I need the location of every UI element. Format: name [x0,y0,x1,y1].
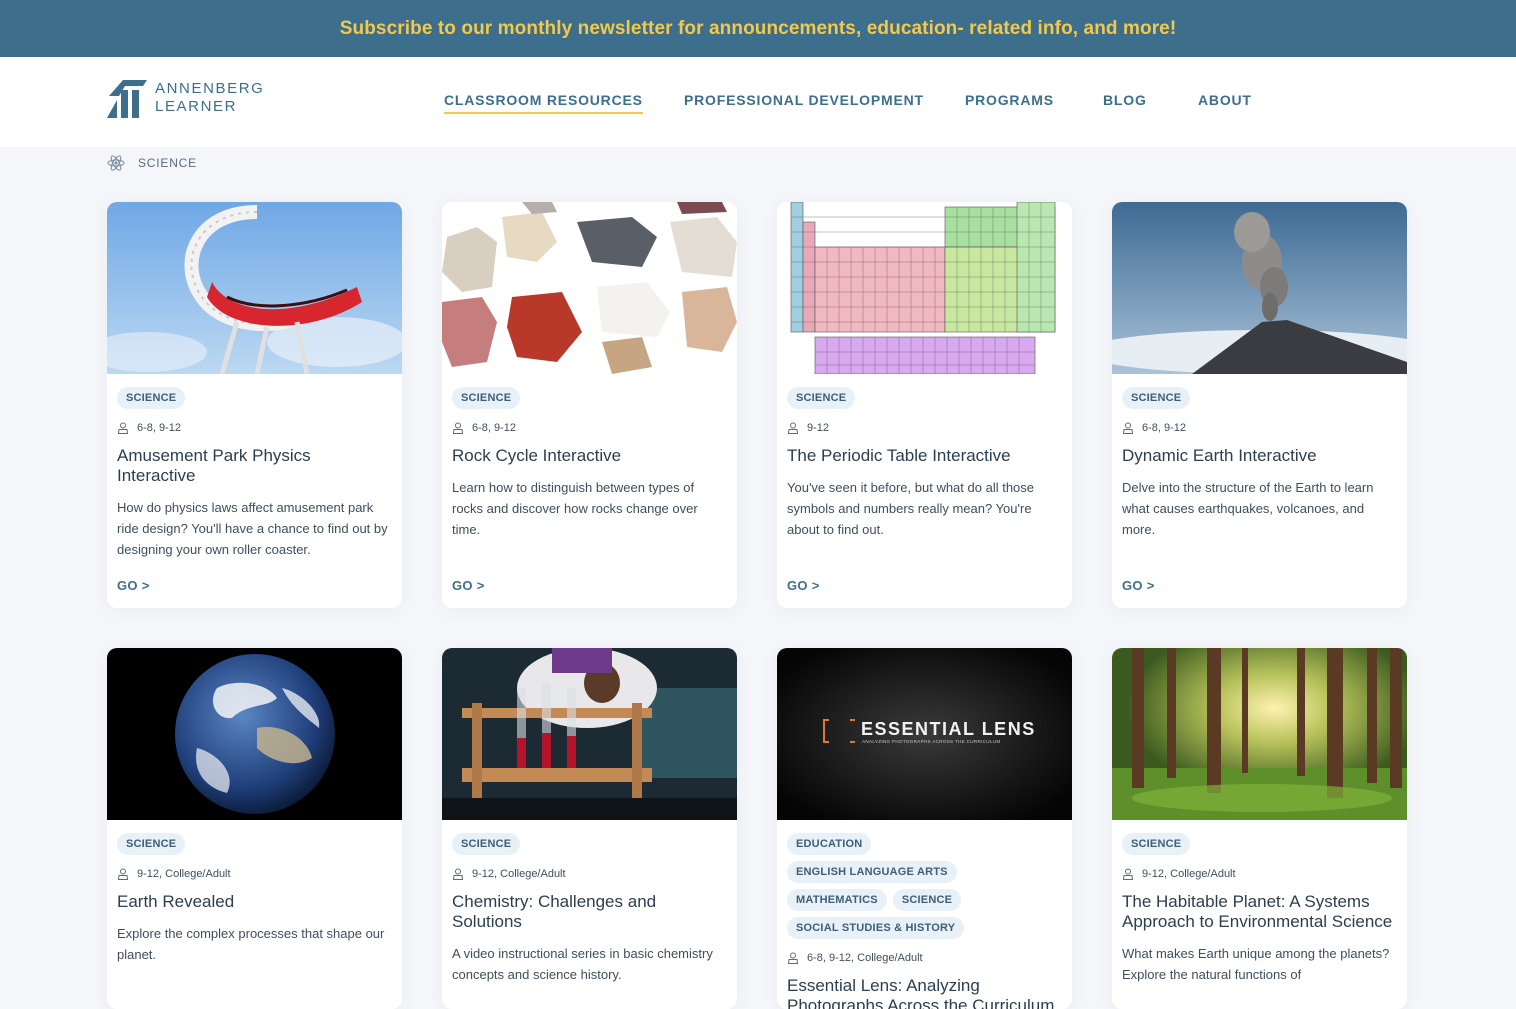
card-description: Delve into the structure of the Earth to… [1122,480,1374,537]
grade-level: 6-8, 9-12 [1122,422,1397,434]
resource-card[interactable]: SCIENCE 6-8, 9-12 Amusement Park Physics… [107,202,402,608]
chemistry-lab-image [442,648,737,820]
resource-card[interactable]: SCIENCE 6-8, 9-12 Rock Cycle Interactive… [442,202,737,608]
student-icon [452,422,464,434]
site-header: ANNENBERG LEARNER CLASSROOM RESOURCES PR… [0,57,1516,147]
grade-level: 9-12, College/Adult [117,868,392,880]
tag-science[interactable]: SCIENCE [787,387,856,409]
resource-card[interactable]: ESSENTIAL LENS ANALYZING PHOTOGRAPHS ACR… [777,648,1072,1009]
resource-card[interactable]: SCIENCE 6-8, 9-12 Dynamic Earth Interact… [1112,202,1407,608]
grade-text: 9-12 [807,422,830,434]
tag-english-language-arts[interactable]: ENGLISH LANGUAGE ARTS [787,861,957,883]
tag-list: SCIENCE [1122,387,1397,409]
roller-coaster-image [107,202,402,374]
grade-text: 6-8, 9-12 [472,422,517,434]
card-description: You've seen it before, but what do all t… [787,480,1035,537]
go-link[interactable]: GO > [452,578,485,593]
tag-list: SCIENCE [117,387,392,409]
resource-card[interactable]: SCIENCE 9-12, College/Adult Earth Reveal… [107,648,402,1009]
grade-text: 6-8, 9-12, College/Adult [807,952,923,964]
card-description: Learn how to distinguish between types o… [452,480,698,537]
breadcrumb-label[interactable]: SCIENCE [138,156,197,170]
card-title[interactable]: Chemistry: Challenges and Solutions [452,892,727,932]
tag-list: SCIENCE [452,833,727,855]
newsletter-banner-text[interactable]: Subscribe to our monthly newsletter for … [340,18,1177,40]
tag-education[interactable]: EDUCATION [787,833,872,855]
grade-level: 9-12 [787,422,1062,434]
tag-list: SCIENCE [787,387,1062,409]
card-title[interactable]: Rock Cycle Interactive [452,446,727,466]
grade-text: 9-12, College/Adult [1142,868,1236,880]
tag-science[interactable]: SCIENCE [1122,387,1191,409]
grade-level: 9-12, College/Adult [452,868,727,880]
resource-card[interactable]: SCIENCE 9-12, College/Adult The Habitabl… [1112,648,1407,1009]
nav-classroom-resources[interactable]: CLASSROOM RESOURCES [444,92,643,114]
rocks-image [442,202,737,374]
grade-level: 6-8, 9-12 [452,422,727,434]
nav-blog[interactable]: BLOG [1103,92,1147,108]
grade-level: 9-12, College/Adult [1122,868,1397,880]
tag-science[interactable]: SCIENCE [117,387,186,409]
grade-text: 6-8, 9-12 [1142,422,1187,434]
atom-icon [107,155,125,171]
tag-list: EDUCATION ENGLISH LANGUAGE ARTS MATHEMAT… [787,833,1047,939]
go-link[interactable]: GO > [787,578,820,593]
newsletter-banner[interactable]: Subscribe to our monthly newsletter for … [0,0,1516,57]
card-description: Explore the complex processes that shape… [117,926,385,962]
periodic-table-image [777,202,1072,374]
grade-level: 6-8, 9-12, College/Adult [787,952,1062,964]
card-title[interactable]: Essential Lens: Analyzing Photographs Ac… [787,976,1062,1009]
student-icon [1122,868,1134,880]
card-title[interactable]: Dynamic Earth Interactive [1122,446,1397,466]
grade-text: 9-12, College/Adult [137,868,231,880]
earth-image [107,648,402,820]
breadcrumb: SCIENCE [107,154,197,172]
student-icon [117,868,129,880]
student-icon [117,422,129,434]
student-icon [787,952,799,964]
go-link[interactable]: GO > [1122,578,1155,593]
student-icon [452,868,464,880]
main-nav: CLASSROOM RESOURCES PROFESSIONAL DEVELOP… [0,92,1516,122]
tag-mathematics[interactable]: MATHEMATICS [787,889,887,911]
essential-lens-subtitle: ANALYZING PHOTOGRAPHS ACROSS THE CURRICU… [862,739,1000,744]
grade-level: 6-8, 9-12 [117,422,392,434]
tag-science[interactable]: SCIENCE [1122,833,1191,855]
tag-science[interactable]: SCIENCE [117,833,186,855]
tag-science[interactable]: SCIENCE [452,387,521,409]
tag-social-studies-history[interactable]: SOCIAL STUDIES & HISTORY [787,917,965,939]
grade-text: 6-8, 9-12 [137,422,182,434]
card-title[interactable]: The Periodic Table Interactive [787,446,1062,466]
resource-card[interactable]: SCIENCE 9-12, College/Adult Chemistry: C… [442,648,737,1009]
tag-science[interactable]: SCIENCE [892,889,962,911]
essential-lens-image: ESSENTIAL LENS ANALYZING PHOTOGRAPHS ACR… [777,648,1072,820]
forest-image [1112,648,1407,820]
card-title[interactable]: Earth Revealed [117,892,392,912]
tag-list: SCIENCE [1122,833,1397,855]
card-description: A video instructional series in basic ch… [452,946,713,982]
go-link[interactable]: GO > [117,578,150,593]
essential-lens-wordmark: ESSENTIAL LENS [861,719,1036,739]
grade-text: 9-12, College/Adult [472,868,566,880]
student-icon [787,422,799,434]
card-title[interactable]: The Habitable Planet: A Systems Approach… [1122,892,1397,932]
card-description: How do physics laws affect amusement par… [117,500,388,557]
nav-about[interactable]: ABOUT [1198,92,1252,108]
nav-programs[interactable]: PROGRAMS [965,92,1054,108]
resource-card[interactable]: SCIENCE 9-12 The Periodic Table Interact… [777,202,1072,608]
nav-professional-development[interactable]: PROFESSIONAL DEVELOPMENT [684,92,924,108]
tag-list: SCIENCE [452,387,727,409]
tag-list: SCIENCE [117,833,392,855]
volcano-image [1112,202,1407,374]
card-description: What makes Earth unique among the planet… [1122,946,1390,982]
student-icon [1122,422,1134,434]
card-title[interactable]: Amusement Park Physics Interactive [117,446,392,486]
tag-science[interactable]: SCIENCE [452,833,521,855]
